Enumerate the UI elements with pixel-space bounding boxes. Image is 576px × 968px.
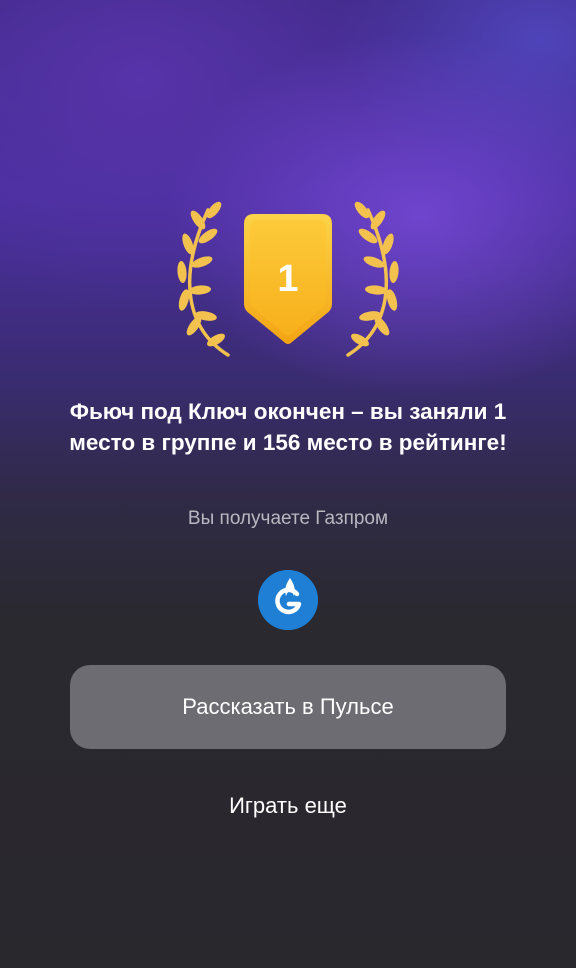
gazprom-logo-icon <box>258 570 318 630</box>
trophy-graphic: 1 <box>177 201 399 357</box>
place-number: 1 <box>277 258 298 300</box>
play-again-link[interactable]: Играть еще <box>70 786 506 826</box>
share-in-pulse-button[interactable]: Рассказать в Пульсе <box>70 665 506 749</box>
reward-text: Вы получаете Газпром <box>187 508 389 529</box>
trophy: 1 <box>168 200 408 360</box>
place-badge: 1 <box>244 214 332 344</box>
result-headline: Фьюч под Ключ окончен – вы заняли 1 мест… <box>69 399 507 455</box>
result-screen: 1 Фьюч под Ключ окончен – вы заняли 1 ме… <box>0 0 576 968</box>
laurel-right-icon <box>346 201 399 357</box>
laurel-left-icon <box>177 201 230 357</box>
